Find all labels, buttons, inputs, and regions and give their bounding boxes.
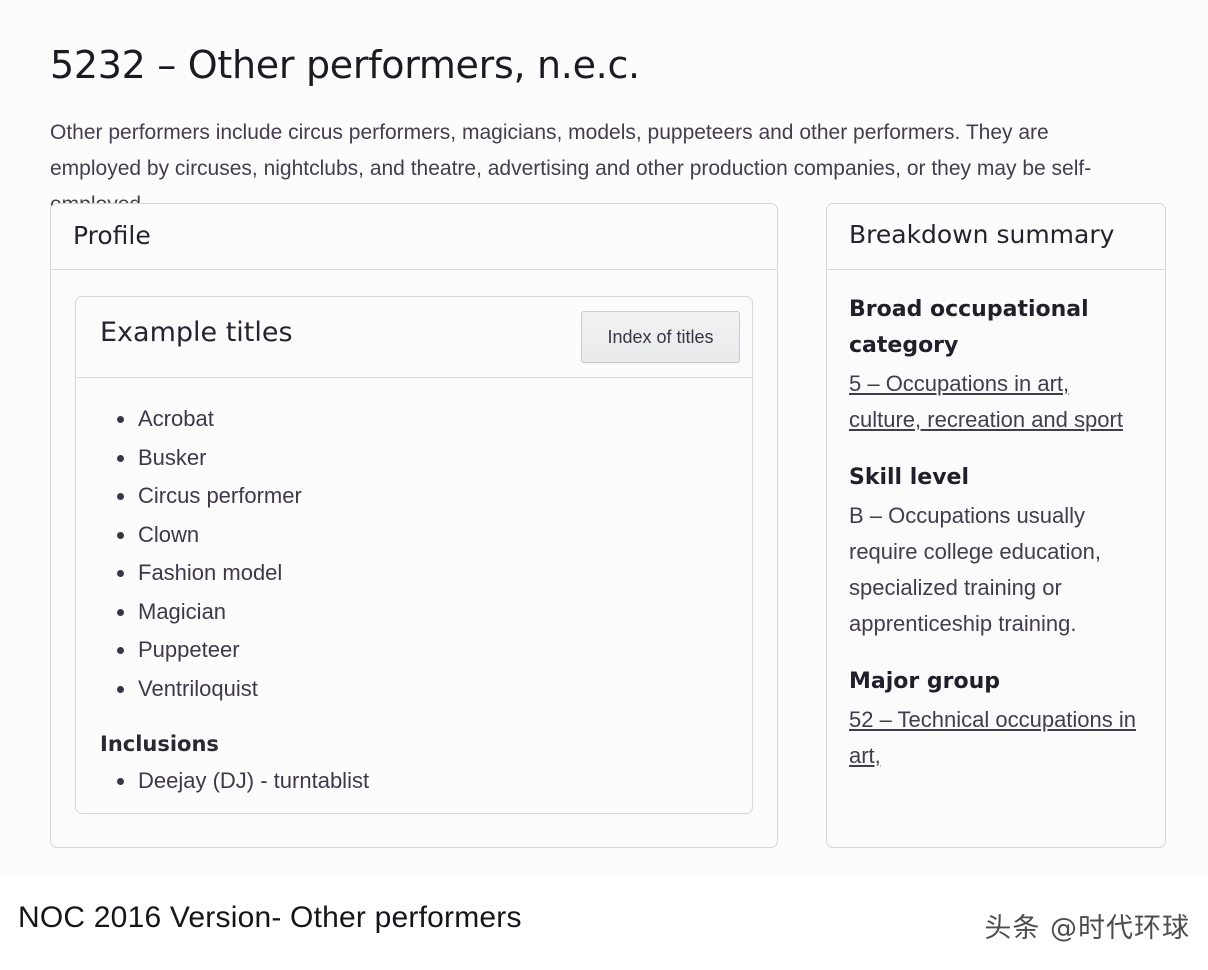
- footer-bar: NOC 2016 Version- Other performers 头条 @时…: [0, 876, 1208, 970]
- major-group-label: Major group: [849, 669, 1001, 694]
- list-item: Circus performer: [117, 477, 728, 516]
- major-group-link[interactable]: 52 – Technical occupations in art,: [849, 707, 1136, 768]
- profile-panel-title: Profile: [73, 221, 151, 250]
- profile-panel-header: Profile: [51, 204, 777, 270]
- page-viewport: 5232 – Other performers, n.e.c. Other pe…: [0, 0, 1208, 876]
- list-item: Acrobat: [117, 400, 728, 439]
- example-titles-card: Example titles Index of titles Acrobat B…: [75, 296, 753, 814]
- example-titles-card-header: Example titles Index of titles: [76, 297, 752, 378]
- list-item: Magician: [117, 593, 728, 632]
- footer-caption: NOC 2016 Version- Other performers: [18, 901, 522, 934]
- profile-panel: Profile Example titles Index of titles A…: [50, 203, 778, 848]
- profile-panel-body: Example titles Index of titles Acrobat B…: [51, 270, 777, 814]
- inclusions-heading: Inclusions: [100, 732, 219, 756]
- broad-occupational-category-label: Broad occupational category: [849, 297, 1089, 358]
- breakdown-panel-title: Breakdown summary: [849, 220, 1115, 249]
- list-item: Clown: [117, 516, 728, 555]
- breakdown-panel-header: Breakdown summary: [827, 204, 1165, 270]
- inclusions-list: Deejay (DJ) - turntablist: [100, 762, 728, 801]
- skill-level-value: B – Occupations usually require college …: [849, 503, 1101, 636]
- list-item: Fashion model: [117, 554, 728, 593]
- screenshot-page: 5232 – Other performers, n.e.c. Other pe…: [0, 0, 1208, 970]
- index-of-titles-button[interactable]: Index of titles: [581, 311, 740, 363]
- broad-occupational-category-link[interactable]: 5 – Occupations in art, culture, recreat…: [849, 371, 1123, 432]
- example-titles-list: Acrobat Busker Circus performer Clown Fa…: [100, 400, 728, 708]
- example-titles-title: Example titles: [100, 317, 293, 348]
- example-titles-card-body: Acrobat Busker Circus performer Clown Fa…: [76, 378, 752, 813]
- list-item: Ventriloquist: [117, 670, 728, 709]
- content-columns: Profile Example titles Index of titles A…: [0, 203, 1208, 876]
- breakdown-summary-panel: Breakdown summary Broad occupational cat…: [826, 203, 1166, 848]
- breakdown-panel-body: Broad occupational category 5 – Occupati…: [827, 270, 1165, 774]
- skill-level-label: Skill level: [849, 465, 970, 490]
- list-item: Busker: [117, 439, 728, 478]
- list-item: Deejay (DJ) - turntablist: [117, 762, 728, 801]
- list-item: Puppeteer: [117, 631, 728, 670]
- watermark-label: 头条 @时代环球: [984, 913, 1190, 944]
- page-title: 5232 – Other performers, n.e.c.: [50, 43, 640, 88]
